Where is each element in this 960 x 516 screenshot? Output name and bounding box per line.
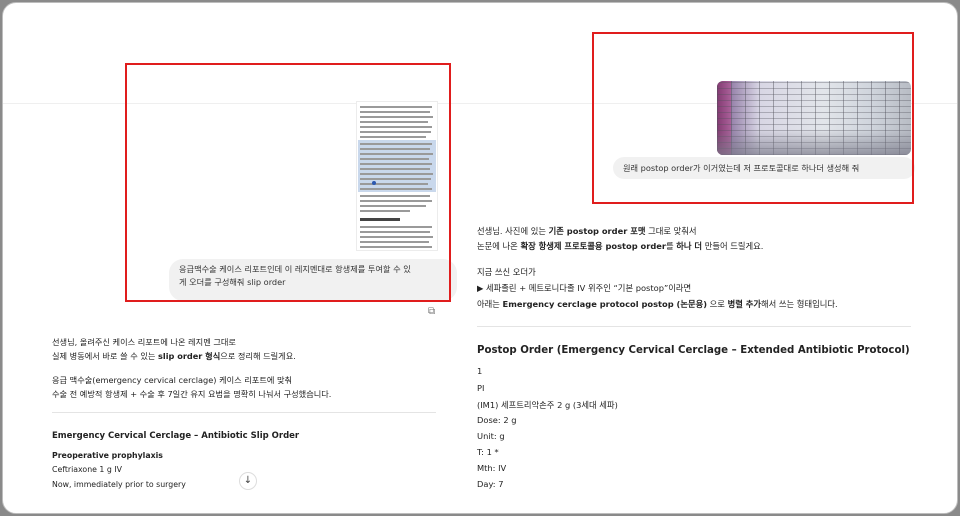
divider — [477, 326, 911, 327]
reply-text: 선생님. 사진에 있는 기존 postop order 포맷 그대로 맞춰서 — [477, 226, 697, 236]
order-row: T: 1 * — [477, 447, 499, 457]
arrow-down-icon: ↓ — [243, 475, 253, 486]
copy-icon[interactable]: ⧉ — [428, 307, 438, 317]
order-row: PI — [477, 383, 485, 393]
order-heading: Postop Order (Emergency Cervical Cerclag… — [477, 345, 910, 356]
reply-text: 응급 맥수술(emergency cervical cerclage) 케이스 … — [52, 375, 293, 385]
reply-text: 실제 병동에서 바로 쓸 수 있는 slip order 형식으로 정리해 드릴… — [52, 351, 296, 361]
order-row: Day: 7 — [477, 479, 504, 489]
section-title: Preoperative prophylaxis — [52, 451, 163, 460]
reply-text: ▶ 세파졸린 + 메트로니다졸 IV 위주인 “기본 postop”이라면 — [477, 283, 692, 293]
order-row: (IM1) 세프트리악손주 2 g (3세대 세파) — [477, 400, 618, 410]
reply-text: 논문에 나온 확장 항생제 프로토콜용 postop order를 하나 더 만… — [477, 241, 764, 251]
highlight-box-right — [592, 32, 914, 204]
order-row: Dose: 2 g — [477, 415, 517, 425]
order-row: Mth: IV — [477, 463, 507, 473]
reply-text: 아래는 Emergency cerclage protocol postop (… — [477, 299, 838, 309]
order-item: Ceftriaxone 1 g IV — [52, 465, 122, 474]
screenshot-frame: 응급맥수술 케이스 리포트인데 이 레지멘대로 항생제를 투여할 수 있 게 오… — [2, 2, 958, 514]
reply-text: 수술 전 예방적 항생제 + 수술 후 7일간 유지 요법을 명확히 나눠서 구… — [52, 389, 332, 399]
order-item: Now, immediately prior to surgery — [52, 480, 186, 489]
order-heading: Emergency Cervical Cerclage – Antibiotic… — [52, 431, 300, 441]
order-row: Unit: g — [477, 431, 505, 441]
divider — [52, 412, 436, 413]
scroll-down-button[interactable]: ↓ — [239, 472, 257, 490]
reply-text: 지금 쓰신 오더가 — [477, 267, 536, 277]
highlight-box-left — [125, 63, 451, 302]
order-row: 1 — [477, 366, 483, 376]
reply-text: 선생님, 올려주신 케이스 리포트에 나온 레지멘 그대로 — [52, 337, 236, 347]
